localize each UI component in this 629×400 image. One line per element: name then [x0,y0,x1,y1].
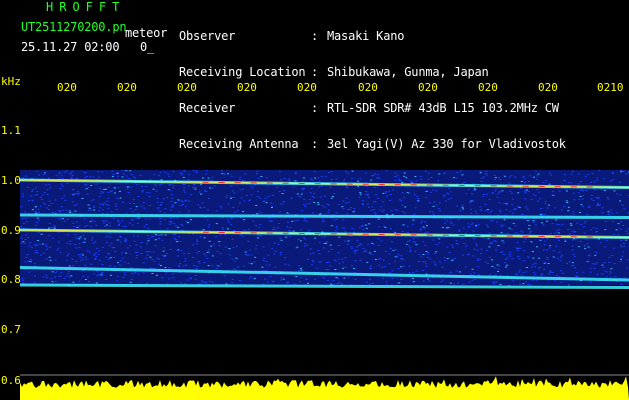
observer-value: Masaki Kano [327,29,405,43]
noise-floor-trace [20,376,629,400]
y-tick-label: 0.9 [1,224,21,237]
y-tick-label: 0.8 [1,273,21,286]
y-tick-label: 1.1 [1,124,21,137]
carrier-line [20,283,629,289]
spectrogram-canvas [20,170,629,400]
observer-label: Observer [179,29,236,43]
colon: : [311,29,319,43]
spectrogram-plot[interactable] [20,74,629,400]
y-tick-label: 0.7 [1,323,21,336]
file-name: UT2511270200.pn [21,20,127,34]
status-flag: 0_ [140,40,155,54]
y-tick-label: 0.6 [1,374,21,387]
y-axis-unit: kHz [1,75,21,88]
y-tick-label: 1.0 [1,174,21,187]
meteor-label: meteor [125,26,168,40]
app-title: HROFFT [46,0,126,14]
datetime: 25.11.27 02:00 [21,40,120,54]
